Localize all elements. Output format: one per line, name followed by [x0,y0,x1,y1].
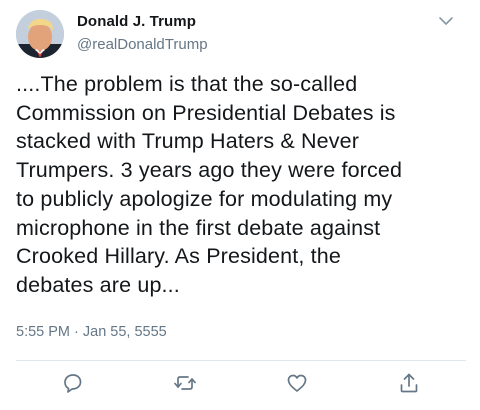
divider [16,360,466,361]
author-handle[interactable]: @realDonaldTrump [77,36,208,53]
tweet-card[interactable]: Donald J. Trump @realDonaldTrump ....The… [0,0,480,410]
chevron-down-icon[interactable] [438,14,454,28]
tweet-text-line: ....The problem is that the so-called [16,72,358,96]
tweet-text: ....The problem is that the so-called Co… [16,70,466,300]
tweet-text-line: Trumpers. 3 years ago they were forced [16,158,403,183]
share-button[interactable] [396,370,422,396]
retweet-icon [174,376,196,390]
tweet-text-line: Commission on Presidential Debates is [16,100,396,125]
reply-icon [64,374,82,393]
tweet-text-line: debates are up... [16,272,180,297]
retweet-button[interactable] [172,370,198,396]
tweet-timestamp[interactable]: 5:55 PM · Jan 55, 5555 [16,324,167,340]
share-icon [400,373,418,393]
tweet-text-line: stacked with Trump Haters & Never [16,129,360,154]
tweet-text-line: microphone in the first debate against [16,215,381,240]
tweet-text-line: to publicly apologize for modulating my [16,186,393,211]
avatar[interactable] [16,10,64,58]
like-icon [287,374,307,392]
like-button[interactable] [284,370,310,396]
author-name[interactable]: Donald J. Trump [77,13,196,30]
tweet-text-line: Crooked Hillary. As President, the [16,244,341,269]
reply-button[interactable] [59,370,85,396]
